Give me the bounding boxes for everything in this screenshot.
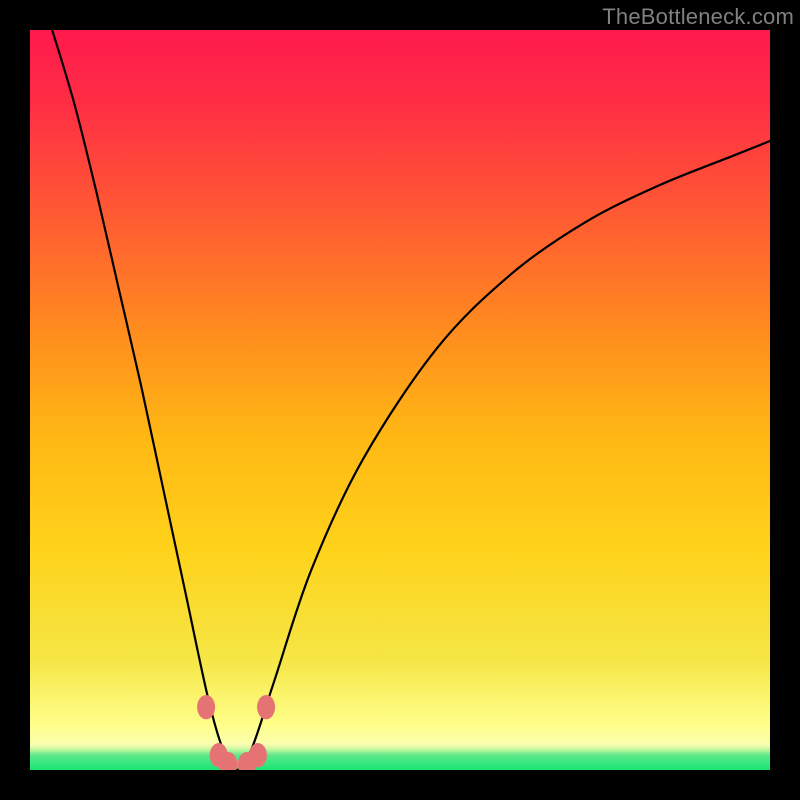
- plot-area: [30, 30, 770, 770]
- watermark-text: TheBottleneck.com: [602, 4, 794, 30]
- trough-marker: [197, 695, 215, 719]
- trough-marker: [257, 695, 275, 719]
- chart-svg: [30, 30, 770, 770]
- trough-marker: [249, 743, 267, 767]
- outer-frame: TheBottleneck.com: [0, 0, 800, 800]
